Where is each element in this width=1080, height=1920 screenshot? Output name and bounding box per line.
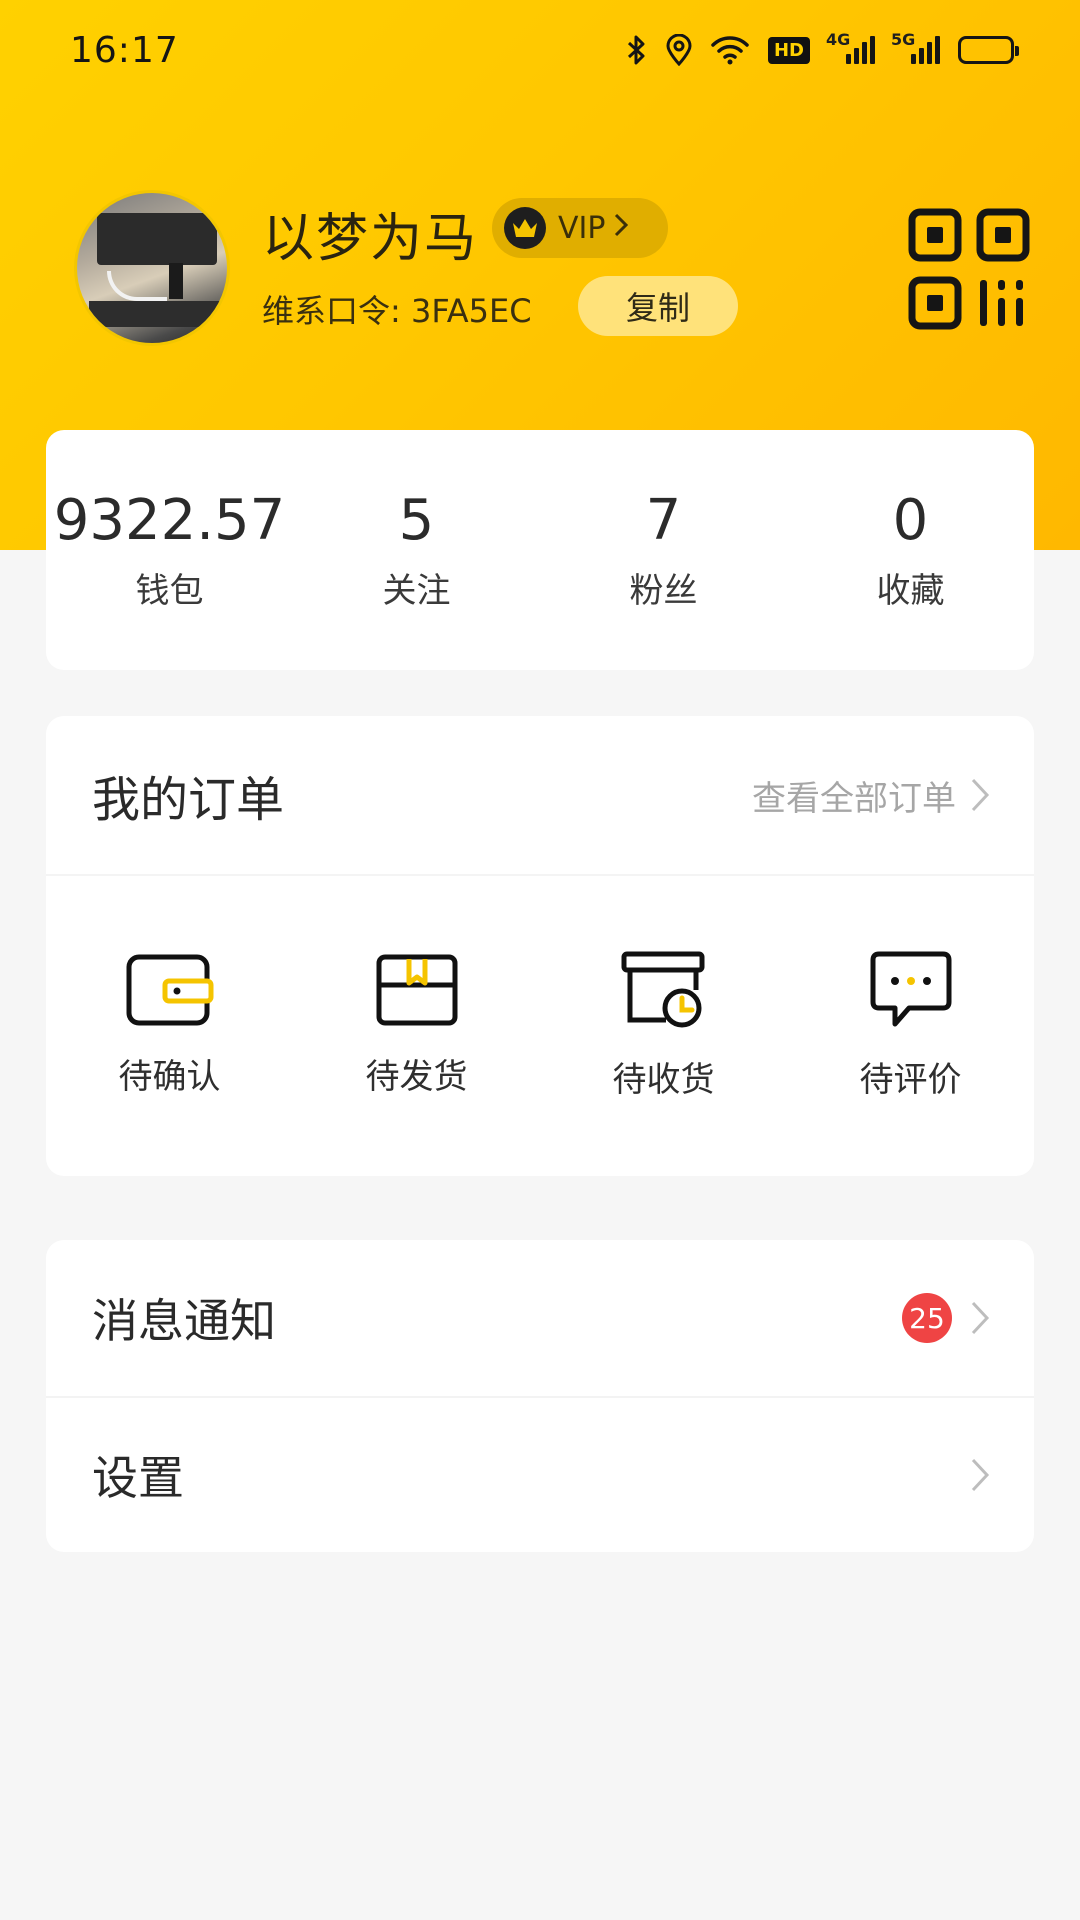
messages-right: 25 (902, 1293, 990, 1343)
settings-label: 设置 (92, 1451, 184, 1505)
qr-code-icon[interactable] (908, 208, 1030, 330)
status-icons: HD 4G 5G (626, 30, 1019, 66)
chat-bubble-icon (869, 950, 953, 1034)
order-label: 待收货 (612, 1059, 715, 1100)
delivery-box-clock-icon (620, 950, 708, 1034)
order-label: 待发货 (365, 1056, 468, 1097)
signal-5g-icon: 5G (891, 30, 940, 64)
hd-voice-icon: HD (767, 36, 810, 64)
package-icon (375, 953, 459, 1031)
invite-code: 维系口令: 3FA5EC (262, 292, 532, 330)
stat-fans[interactable]: 7 粉丝 (540, 430, 787, 670)
wifi-icon (710, 35, 750, 65)
stat-value: 9322.57 (53, 488, 286, 553)
stat-label: 钱包 (135, 571, 204, 611)
status-bar: 16:17 HD 4G 5G (0, 0, 1080, 100)
order-pending-receipt[interactable]: 待收货 (540, 876, 787, 1174)
order-status-grid: 待确认 待发货 待收货 待评价 (46, 876, 1034, 1174)
copy-button[interactable]: 复制 (578, 276, 738, 336)
location-icon (666, 34, 692, 66)
unread-count-badge: 25 (902, 1293, 952, 1343)
bluetooth-icon (626, 35, 648, 65)
messages-row[interactable]: 消息通知 25 (46, 1240, 1034, 1396)
settings-row[interactable]: 设置 (46, 1396, 1034, 1552)
stat-value: 5 (398, 488, 435, 553)
stat-label: 收藏 (876, 571, 945, 611)
stat-value: 7 (645, 488, 682, 553)
order-label: 待评价 (859, 1059, 962, 1100)
order-pending-confirm[interactable]: 待确认 (46, 876, 293, 1174)
wallet-icon (125, 953, 215, 1031)
chevron-right-icon (970, 1300, 990, 1336)
status-time: 16:17 (70, 29, 179, 71)
vip-label: VIP (558, 210, 606, 246)
username: 以梦为马 (262, 209, 479, 269)
order-pending-shipment[interactable]: 待发货 (293, 876, 540, 1174)
chevron-right-icon (613, 211, 629, 246)
profile-screen: 16:17 HD 4G 5G 以梦为马 VIP 维系口令: 3FA5EC 复制 … (0, 0, 1080, 1920)
stat-value: 0 (892, 488, 929, 553)
vip-badge-button[interactable]: VIP (492, 198, 668, 258)
stat-following[interactable]: 5 关注 (293, 430, 540, 670)
chevron-right-icon (970, 777, 990, 813)
stat-favorites[interactable]: 0 收藏 (787, 430, 1034, 670)
orders-header: 我的订单 查看全部订单 (46, 716, 1034, 876)
menu-list: 消息通知 25 设置 (46, 1240, 1034, 1552)
battery-icon (958, 36, 1019, 64)
signal-4g-icon: 4G (826, 30, 875, 64)
crown-icon (504, 207, 546, 249)
stat-label: 粉丝 (629, 571, 698, 611)
view-all-orders-label: 查看全部订单 (752, 778, 956, 819)
orders-title: 我的订单 (92, 772, 285, 828)
stat-label: 关注 (382, 571, 451, 611)
stats-card: 9322.57 钱包 5 关注 7 粉丝 0 收藏 (46, 430, 1034, 670)
stat-wallet[interactable]: 9322.57 钱包 (46, 430, 293, 670)
order-pending-review[interactable]: 待评价 (787, 876, 1034, 1174)
chevron-right-icon (970, 1457, 990, 1493)
avatar[interactable] (74, 190, 230, 346)
orders-card: 我的订单 查看全部订单 待确认 待发货 待收货 待评价 (46, 716, 1034, 1176)
order-label: 待确认 (118, 1056, 221, 1097)
view-all-orders-link[interactable]: 查看全部订单 (752, 771, 990, 820)
messages-label: 消息通知 (92, 1294, 276, 1348)
